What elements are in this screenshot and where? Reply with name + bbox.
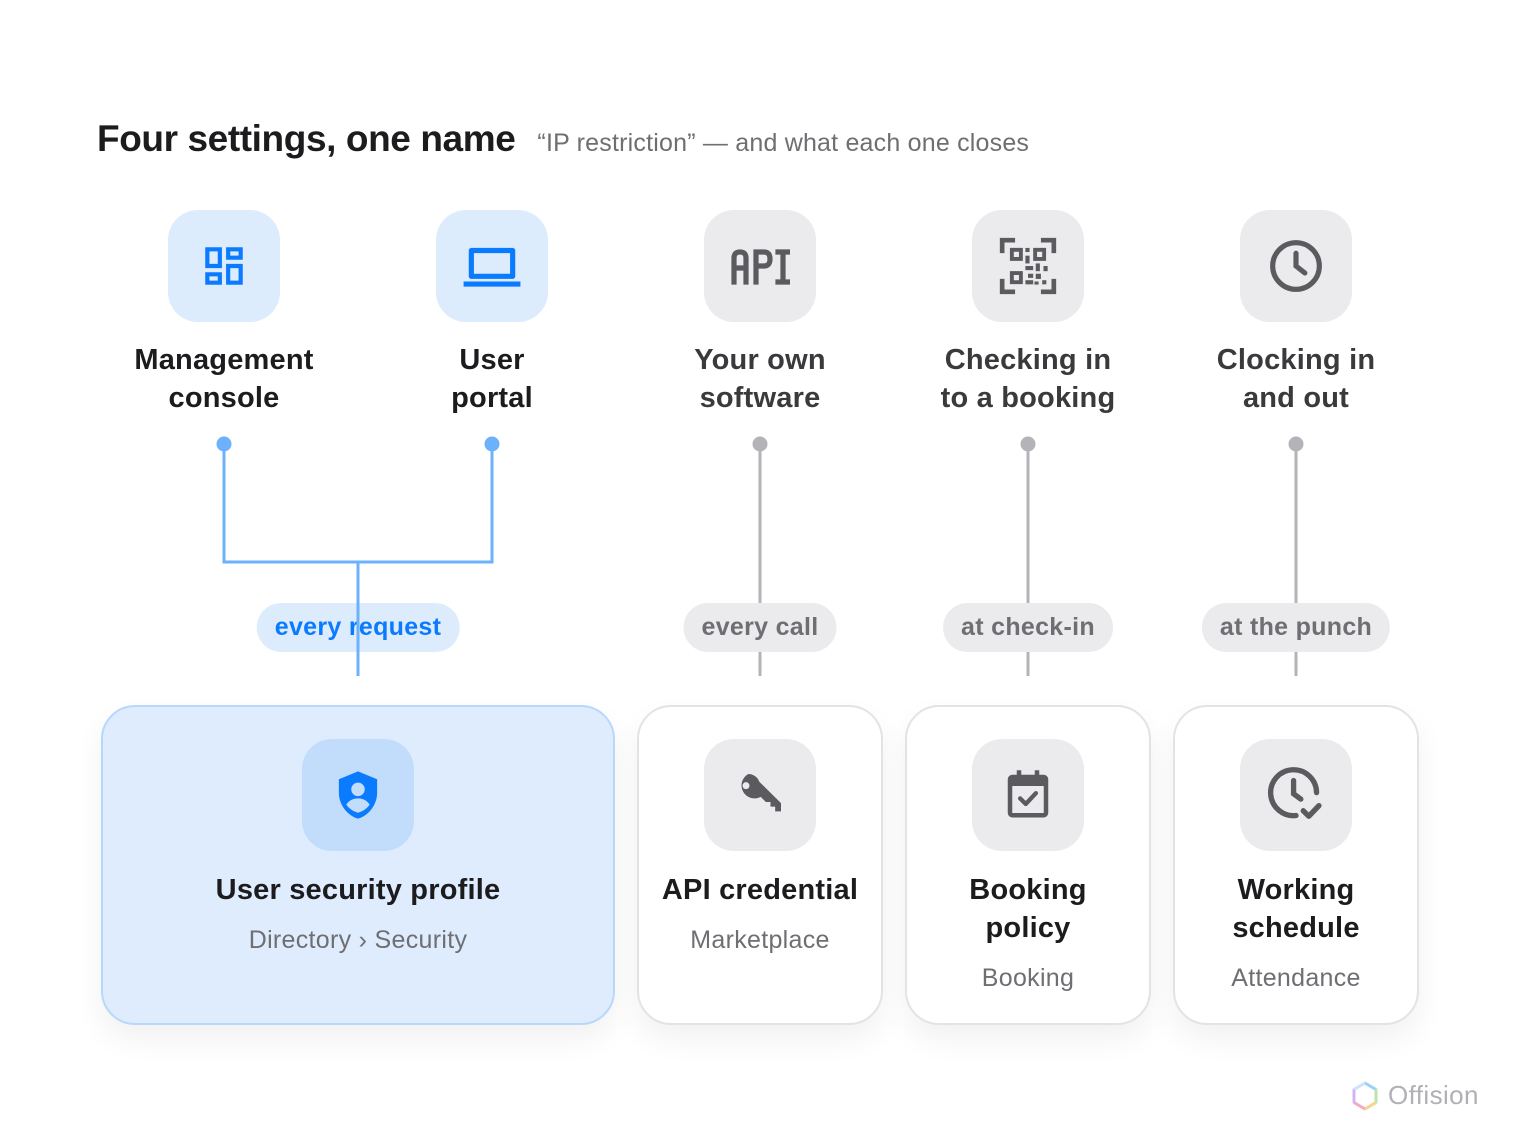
source-user-portal: User portal xyxy=(362,210,622,417)
connector-dot-user-portal xyxy=(484,436,500,452)
pill-every-request: every request xyxy=(256,603,460,652)
source-checking-in: Checking in to a booking xyxy=(898,210,1158,417)
clock-icon xyxy=(1240,210,1352,322)
source-label: Your own software xyxy=(694,344,826,414)
source-label: Clocking in and out xyxy=(1216,344,1376,414)
qr-code-icon xyxy=(972,210,1084,322)
connector-dot-clocking-in xyxy=(1288,436,1304,452)
key-icon xyxy=(704,739,816,851)
setting-title: Booking policy xyxy=(969,874,1087,944)
setting-title: User security profile xyxy=(215,874,501,906)
setting-module: Attendance xyxy=(1231,964,1361,992)
source-clocking-in: Clocking in and out xyxy=(1166,210,1426,417)
setting-card-api-credential[interactable]: API credential Marketplace xyxy=(637,705,883,1025)
source-management-console: Management console xyxy=(94,210,354,417)
dashboard-icon xyxy=(168,210,280,322)
connector-dot-checking-in xyxy=(1020,436,1036,452)
pill-at-check-in: at check-in xyxy=(943,603,1113,652)
source-own-software: Your own software xyxy=(630,210,890,417)
source-label: Management console xyxy=(134,344,314,414)
calendar-check-icon xyxy=(972,739,1084,851)
setting-card-booking-policy[interactable]: Booking policy Booking xyxy=(905,705,1151,1025)
setting-module: Directory › Security xyxy=(248,926,468,954)
brand-logo: Offision xyxy=(1352,1080,1479,1111)
setting-card-working-schedule[interactable]: Working schedule Attendance xyxy=(1173,705,1419,1025)
setting-card-user-security-profile[interactable]: User security profile Directory › Securi… xyxy=(101,705,615,1025)
api-icon xyxy=(704,210,816,322)
connector-dot-management-console xyxy=(216,436,232,452)
source-label: User portal xyxy=(451,344,533,414)
offision-logo-icon xyxy=(1352,1080,1378,1111)
pill-every-call: every call xyxy=(683,603,837,652)
setting-module: Booking xyxy=(981,964,1075,992)
connector-dot-own-software xyxy=(752,436,768,452)
clock-check-icon xyxy=(1240,739,1352,851)
brand-name: Offision xyxy=(1388,1080,1479,1110)
source-label: Checking in to a booking xyxy=(940,344,1116,414)
setting-module: Marketplace xyxy=(690,926,830,954)
shield-user-icon xyxy=(302,739,414,851)
blue-connector-bracket xyxy=(222,444,494,564)
setting-title: API credential xyxy=(661,874,859,906)
laptop-icon xyxy=(436,210,548,322)
setting-title: Working schedule xyxy=(1232,874,1360,944)
pill-at-the-punch: at the punch xyxy=(1201,603,1391,652)
